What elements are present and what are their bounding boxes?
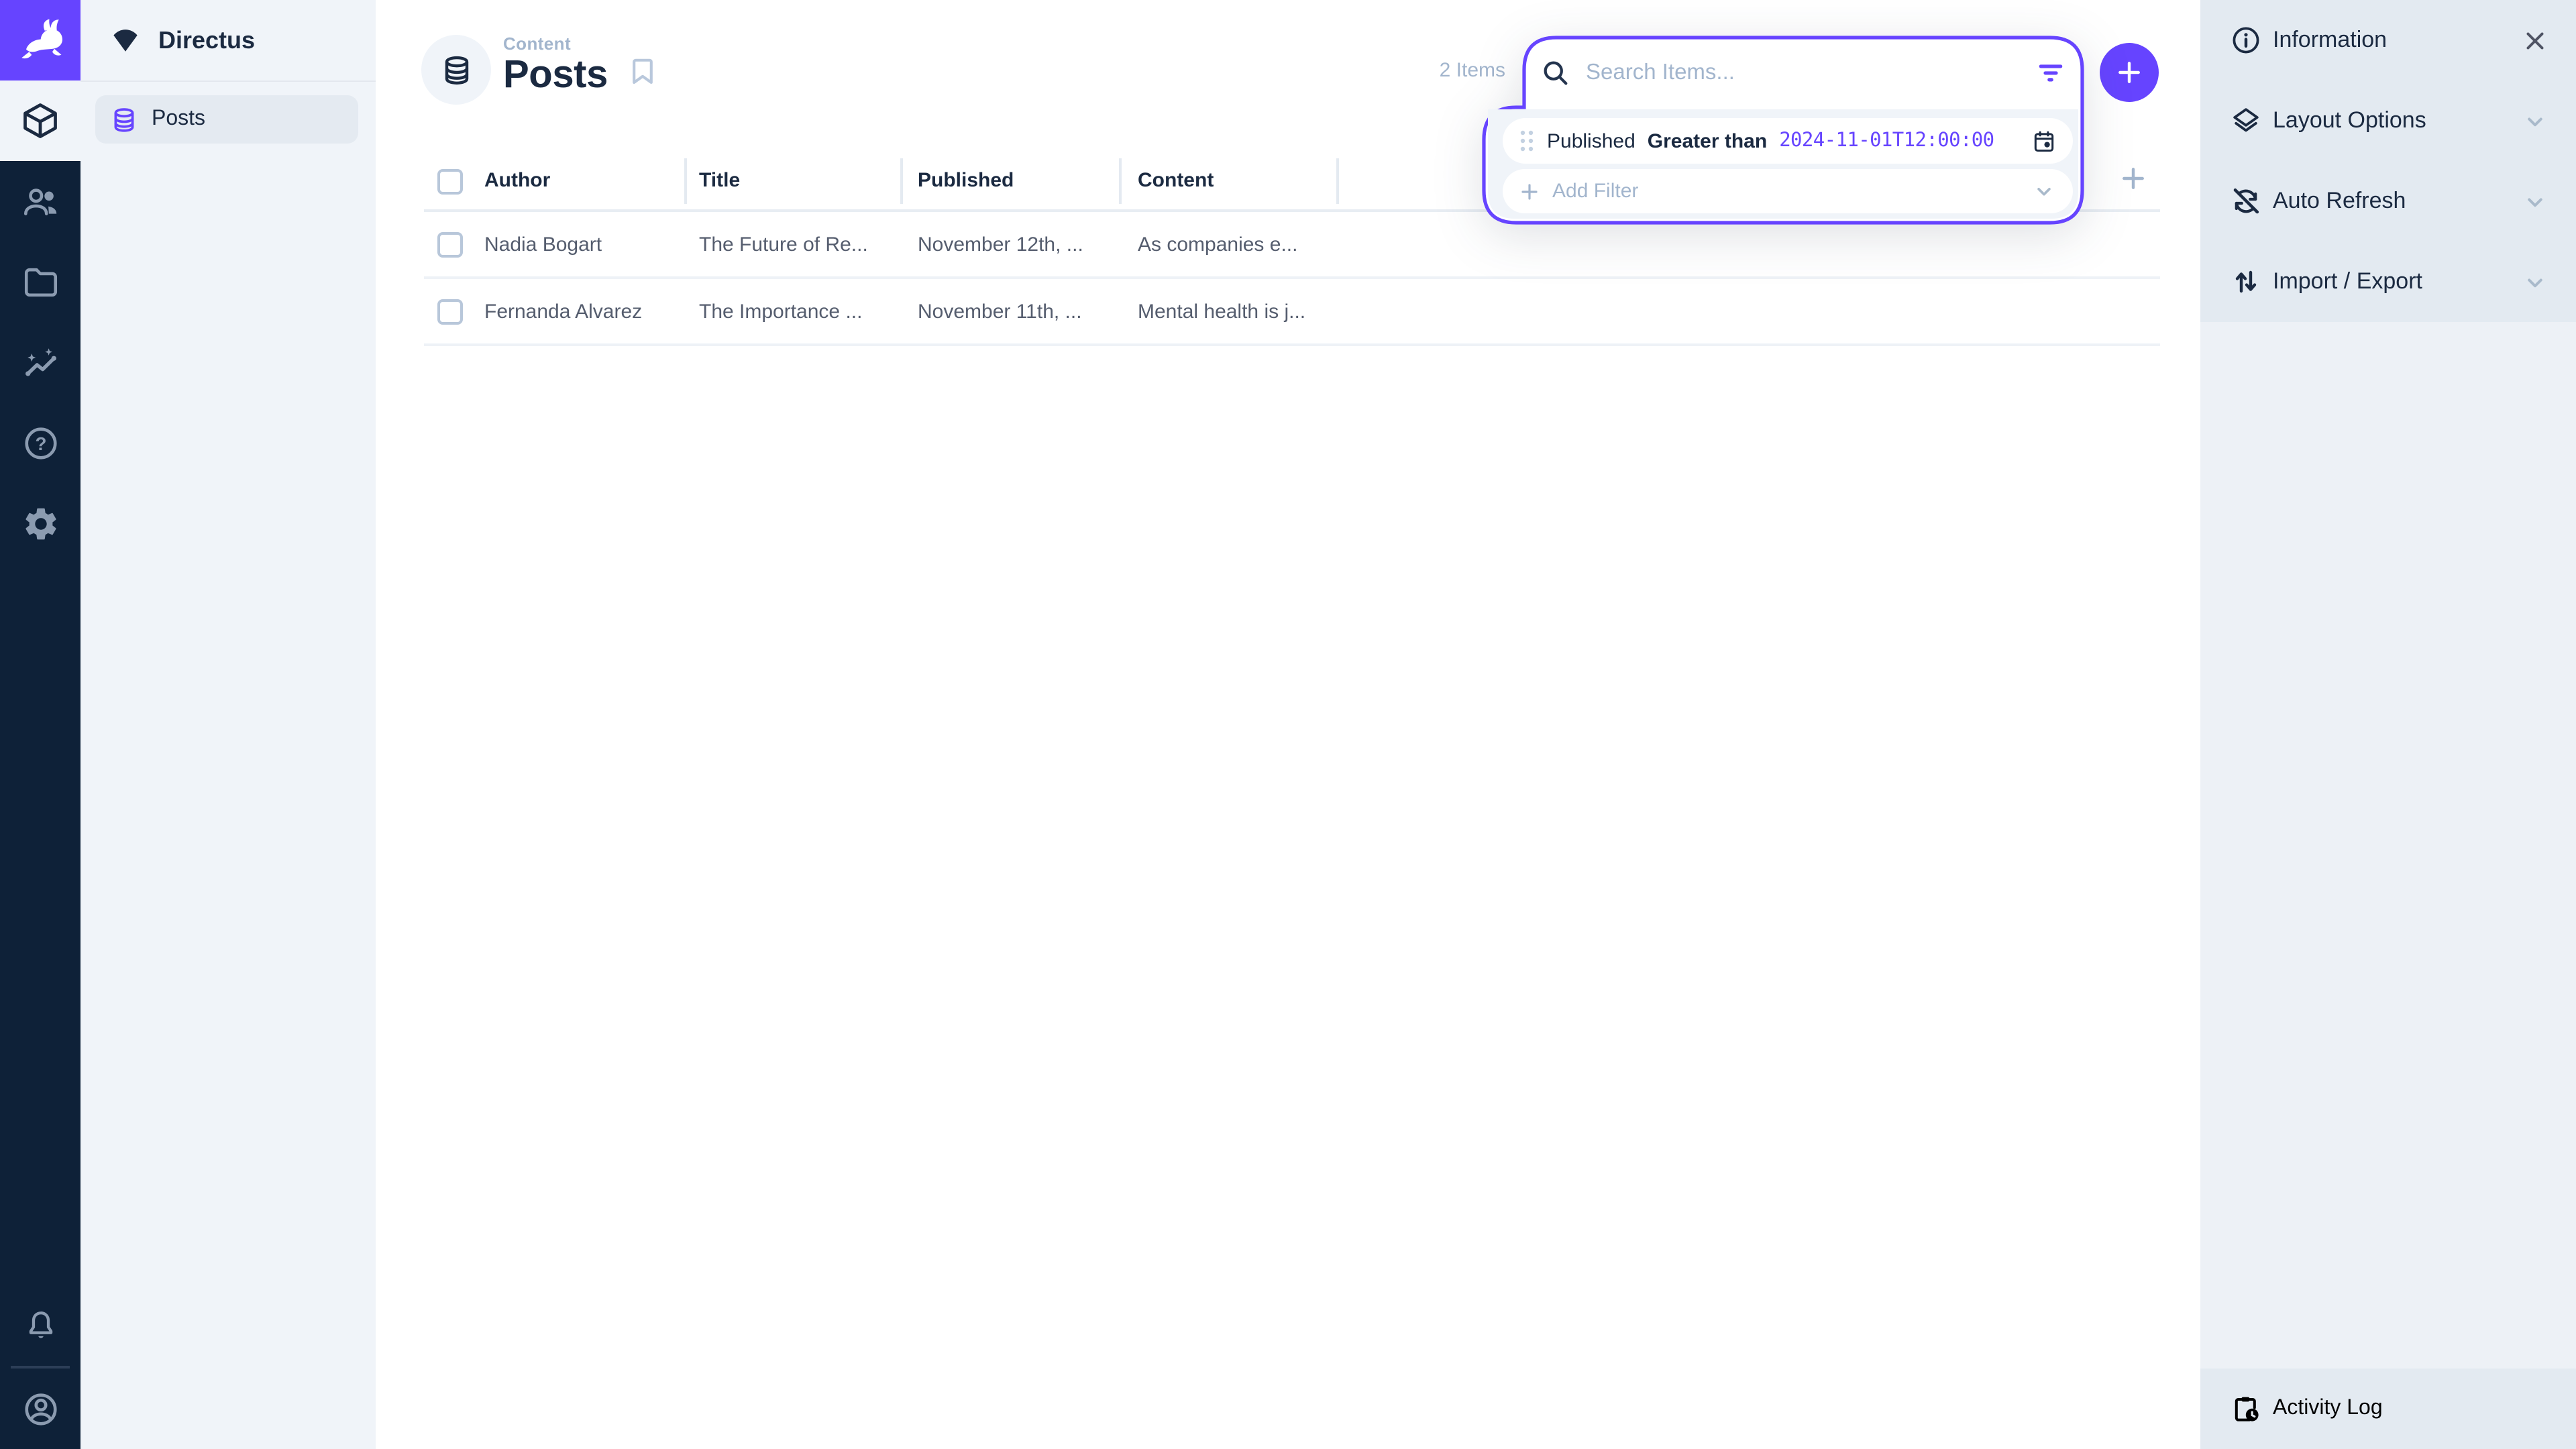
module-bar-spacer xyxy=(0,564,80,1285)
chevron-down-icon[interactable] xyxy=(2521,268,2549,296)
drag-handle-icon[interactable] xyxy=(1519,129,1535,153)
account-button[interactable] xyxy=(0,1368,80,1449)
help-icon xyxy=(21,423,60,462)
search-input[interactable] xyxy=(1586,42,1988,103)
column-resize-handle[interactable] xyxy=(1336,158,1339,204)
add-column-button[interactable] xyxy=(2118,164,2148,193)
calendar-icon[interactable] xyxy=(2031,128,2057,154)
module-settings[interactable] xyxy=(0,483,80,564)
main-content: Content Posts 2 Items Author Title Publi… xyxy=(376,0,2200,1449)
column-resize-handle[interactable] xyxy=(1119,158,1122,204)
module-help[interactable] xyxy=(0,402,80,483)
activity-log-label: Activity Log xyxy=(2273,1397,2383,1421)
filter-field[interactable]: Published xyxy=(1547,129,1635,152)
close-icon[interactable] xyxy=(2521,26,2549,54)
plus-icon xyxy=(2114,58,2144,87)
sync-disabled-icon xyxy=(2230,185,2262,217)
chevron-down-icon[interactable] xyxy=(2521,187,2549,215)
sidebar-section-label: Information xyxy=(2273,27,2510,54)
column-header-content[interactable]: Content xyxy=(1138,169,1214,192)
directus-app: Directus Posts Content Posts 2 Items Aut… xyxy=(0,0,2576,1449)
column-header-title[interactable]: Title xyxy=(699,169,740,192)
table-row[interactable]: Nadia Bogart The Future of Re... Novembe… xyxy=(424,212,2160,279)
sidebar-section-layout-options[interactable]: Layout Options xyxy=(2200,80,2576,161)
nav-item-label: Posts xyxy=(152,107,205,131)
activity-log-button[interactable]: Activity Log xyxy=(2200,1368,2576,1449)
gear-icon xyxy=(21,504,60,543)
directus-logo[interactable] xyxy=(0,0,80,80)
database-icon xyxy=(439,53,473,87)
nav-item-posts[interactable]: Posts xyxy=(95,95,358,144)
project-header[interactable]: Directus xyxy=(80,0,376,80)
module-insights[interactable] xyxy=(0,322,80,402)
row-checkbox[interactable] xyxy=(437,232,463,258)
filter-icon[interactable] xyxy=(2035,58,2066,89)
column-header-published[interactable]: Published xyxy=(918,169,1014,192)
select-all-checkbox[interactable] xyxy=(437,169,463,195)
row-checkbox[interactable] xyxy=(437,299,463,325)
cell-content: Mental health is j... xyxy=(1138,279,1305,343)
module-user-directory[interactable] xyxy=(0,161,80,241)
sidebar-section-information[interactable]: Information xyxy=(2200,0,2576,80)
search-icon xyxy=(1540,58,1571,89)
cell-published: November 11th, ... xyxy=(918,279,1082,343)
filter-rule-chip[interactable]: Published Greater than 2024-11-01T12:00:… xyxy=(1503,118,2073,164)
info-icon xyxy=(2230,24,2262,56)
add-filter-button[interactable]: Add Filter xyxy=(1503,169,2073,213)
sidebar-section-label: Layout Options xyxy=(2273,107,2510,134)
plus-icon xyxy=(1519,180,1540,202)
bell-icon xyxy=(22,1307,58,1344)
add-filter-label: Add Filter xyxy=(1552,180,1638,203)
items-count: 2 Items xyxy=(1422,59,1505,82)
collection-icon-button[interactable] xyxy=(421,35,491,105)
people-icon xyxy=(21,182,60,221)
module-content[interactable] xyxy=(0,80,80,161)
cell-title: The Future of Re... xyxy=(699,212,868,276)
filter-value[interactable]: 2024-11-01T12:00:00 xyxy=(1779,130,1994,152)
nav-sidebar: Directus Posts xyxy=(80,0,376,1449)
insights-icon xyxy=(21,343,60,382)
page-title: Posts xyxy=(503,54,608,98)
column-header-author[interactable]: Author xyxy=(484,169,550,192)
box-icon xyxy=(20,101,60,141)
cell-title: The Importance ... xyxy=(699,279,862,343)
create-item-button[interactable] xyxy=(2100,43,2159,102)
account-icon xyxy=(21,1389,60,1428)
activity-log-icon xyxy=(2230,1393,2262,1425)
cell-author: Nadia Bogart xyxy=(484,212,602,276)
filter-operator[interactable]: Greater than xyxy=(1648,129,1767,152)
layers-icon xyxy=(2230,105,2262,137)
chevron-down-icon[interactable] xyxy=(2031,178,2057,204)
notifications-button[interactable] xyxy=(0,1285,80,1366)
folder-icon xyxy=(21,262,60,301)
breadcrumb[interactable]: Content xyxy=(503,34,571,54)
sidebar-section-auto-refresh[interactable]: Auto Refresh xyxy=(2200,161,2576,241)
database-icon xyxy=(110,105,138,133)
cell-published: November 12th, ... xyxy=(918,212,1083,276)
sidebar-section-import-export[interactable]: Import / Export xyxy=(2200,241,2576,322)
project-fan-icon xyxy=(110,25,141,56)
bookmark-icon[interactable] xyxy=(625,54,660,89)
table-row[interactable]: Fernanda Alvarez The Importance ... Nove… xyxy=(424,279,2160,346)
right-sidebar: Information Layout Options Auto Refresh … xyxy=(2200,0,2576,1449)
project-name: Directus xyxy=(158,26,255,54)
module-bar xyxy=(0,0,80,1449)
module-file-library[interactable] xyxy=(0,241,80,322)
cell-content: As companies e... xyxy=(1138,212,1297,276)
chevron-down-icon[interactable] xyxy=(2521,107,2549,135)
import-export-icon xyxy=(2230,266,2262,298)
column-resize-handle[interactable] xyxy=(900,158,903,204)
sidebar-sections: Information Layout Options Auto Refresh … xyxy=(2200,0,2576,322)
rabbit-logo-icon xyxy=(16,16,64,64)
sidebar-section-label: Import / Export xyxy=(2273,268,2510,295)
sidebar-section-label: Auto Refresh xyxy=(2273,188,2510,215)
cell-author: Fernanda Alvarez xyxy=(484,279,642,343)
column-resize-handle[interactable] xyxy=(684,158,687,204)
